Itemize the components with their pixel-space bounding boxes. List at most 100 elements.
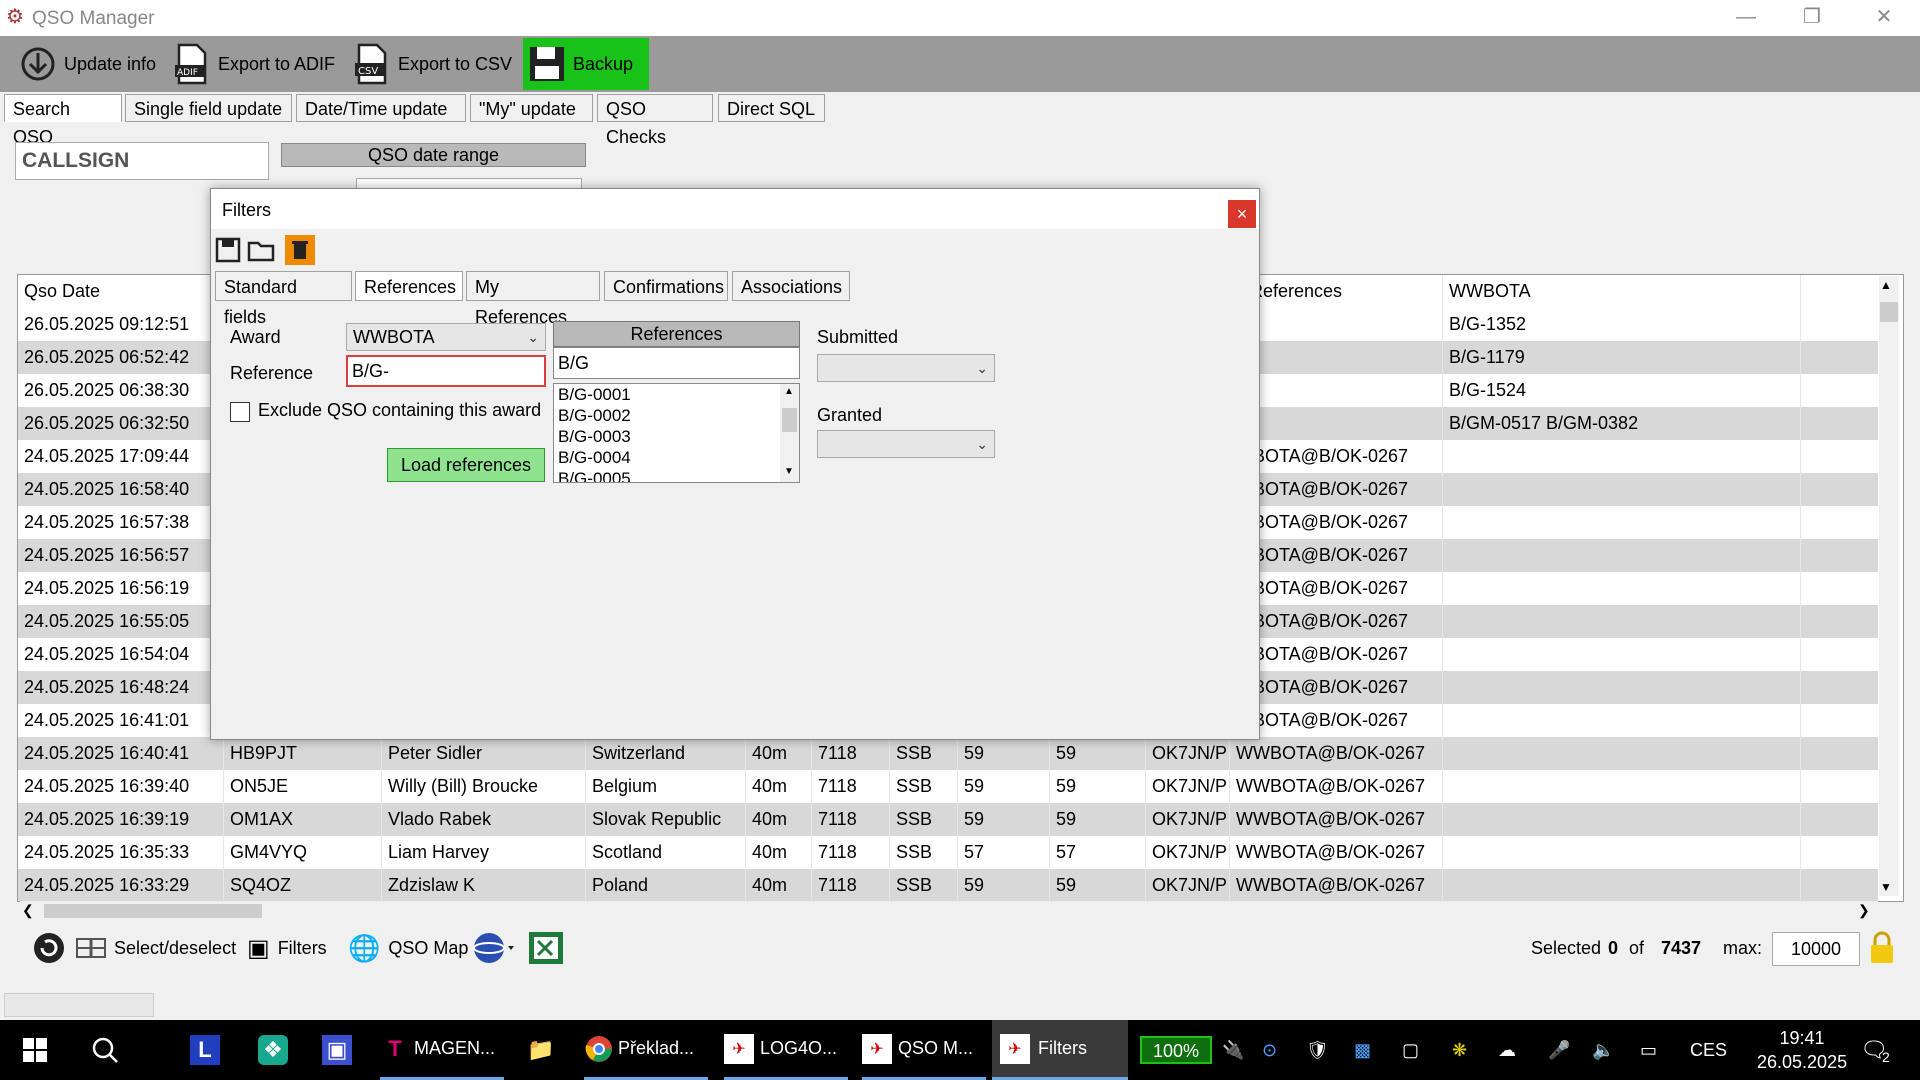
- table-cell: WBOTA@B/OK-0267: [1230, 440, 1443, 473]
- qso-manager-icon: ✈: [862, 1033, 892, 1064]
- select-deselect-button[interactable]: Select/deselect: [76, 930, 236, 966]
- grid-vertical-scrollbar[interactable]: [1879, 276, 1899, 896]
- taskbar-item-filters[interactable]: ✈ Filters: [992, 1020, 1128, 1080]
- table-row[interactable]: 24.05.2025 16:39:19 OM1AX Vlado Rabek Slova…: [18, 803, 1878, 836]
- export-csv-button[interactable]: CSV Export to CSV: [352, 38, 512, 90]
- taskbar-item-qso-manager[interactable]: ✈ QSO M...: [862, 1020, 986, 1080]
- defender-shield-icon[interactable]: 🛡: [1306, 1020, 1329, 1080]
- notifications-button[interactable]: 🗨 2: [1860, 1020, 1890, 1080]
- column-header[interactable]: Qso Date: [18, 275, 224, 308]
- submitted-select[interactable]: ⌄: [817, 354, 995, 382]
- clock-date: 26.05.2025: [1757, 1052, 1848, 1072]
- browser-dropdown-icon[interactable]: [472, 930, 516, 966]
- dtab-confirmations[interactable]: Confirmations: [604, 271, 728, 301]
- scroll-up-icon[interactable]: ▲: [1880, 278, 1892, 292]
- taskbar-item-log4om[interactable]: ✈ LOG4O...: [724, 1020, 848, 1080]
- award-select[interactable]: WWBOTA ⌄: [346, 323, 546, 351]
- grid-horizontal-scroll-thumb[interactable]: [44, 904, 262, 918]
- grid-vertical-scroll-thumb[interactable]: [1880, 302, 1898, 322]
- open-folder-icon[interactable]: [247, 237, 275, 269]
- table-row[interactable]: 24.05.2025 16:33:29 SQ4OZ Zdzislaw K Poland…: [18, 869, 1878, 901]
- start-button[interactable]: [20, 1020, 50, 1080]
- column-header[interactable]: WWBOTA: [1443, 275, 1801, 308]
- tab-single-field-update[interactable]: Single field update: [125, 94, 292, 122]
- exclude-checkbox[interactable]: [230, 402, 250, 422]
- dtab-associations[interactable]: Associations: [732, 271, 850, 301]
- tab-date-time-update[interactable]: Date/Time update: [296, 94, 466, 122]
- scroll-left-icon[interactable]: ❮: [22, 902, 34, 919]
- load-references-button[interactable]: Load references: [387, 448, 545, 482]
- minimize-button[interactable]: —: [1716, 0, 1776, 36]
- table-cell: Vlado Rabek: [382, 803, 586, 836]
- close-window-button[interactable]: ✕: [1854, 0, 1914, 36]
- network-icon[interactable]: ▢: [1402, 1020, 1419, 1080]
- column-header[interactable]: y References: [1230, 275, 1443, 308]
- table-row[interactable]: 24.05.2025 16:39:40 ON5JE Willy (Bill) Bro…: [18, 770, 1878, 803]
- input-language[interactable]: CES: [1690, 1020, 1727, 1080]
- references-filter-input[interactable]: B/G: [553, 347, 800, 379]
- tray-dots-icon[interactable]: ❋: [1452, 1020, 1467, 1080]
- dtab-my-references[interactable]: My References: [466, 271, 600, 327]
- list-item[interactable]: B/G-0004: [554, 447, 799, 468]
- tab-search-qso[interactable]: Search QSO: [4, 94, 122, 147]
- submitted-label: Submitted: [817, 327, 899, 347]
- taskbar-app-floppy[interactable]: ▣: [322, 1020, 352, 1080]
- tray-plug-icon[interactable]: 🔌: [1222, 1020, 1244, 1080]
- chevron-down-icon: ⌄: [976, 360, 988, 376]
- references-list[interactable]: B/G-0001 B/G-0002 B/G-0003 B/G-0004 B/G-…: [553, 383, 800, 483]
- grid-horizontal-scrollbar[interactable]: [20, 901, 1878, 921]
- taskbar-file-explorer[interactable]: 📁: [526, 1020, 556, 1080]
- scroll-down-icon[interactable]: ▼: [1880, 880, 1892, 894]
- table-cell: 26.05.2025 06:32:50: [18, 407, 224, 440]
- export-adif-button[interactable]: ADIF Export to ADIF: [172, 38, 335, 90]
- list-item[interactable]: B/G-0003: [554, 426, 799, 447]
- microphone-icon[interactable]: 🎤: [1548, 1020, 1570, 1080]
- scroll-thumb[interactable]: [782, 408, 797, 432]
- tab-direct-sql[interactable]: Direct SQL: [718, 94, 825, 122]
- tab-qso-checks[interactable]: QSO Checks: [597, 94, 713, 147]
- list-item[interactable]: B/G-0001: [554, 384, 799, 405]
- bluetooth-icon[interactable]: ⊙: [1262, 1020, 1277, 1080]
- onedrive-icon[interactable]: ☁: [1498, 1020, 1516, 1080]
- power-icon[interactable]: ▭: [1640, 1020, 1657, 1080]
- filters-dialog: Filters × Standard fields References My …: [210, 188, 1260, 740]
- excel-icon[interactable]: [528, 930, 564, 966]
- tab-my-update[interactable]: "My" update: [470, 94, 593, 122]
- taskbar-item-magenta[interactable]: T MAGEN...: [380, 1020, 504, 1080]
- reference-input[interactable]: B/G-: [346, 355, 546, 387]
- taskbar-app-p[interactable]: ❖: [258, 1020, 288, 1080]
- volume-icon[interactable]: 🔈: [1592, 1020, 1614, 1080]
- table-cell: [1230, 374, 1443, 407]
- filters-button[interactable]: ▣ Filters: [247, 930, 327, 966]
- qso-map-button[interactable]: 🌐 QSO Map: [348, 930, 468, 966]
- list-item[interactable]: B/G-0005: [554, 468, 799, 482]
- update-info-button[interactable]: Update info: [18, 38, 156, 90]
- taskbar-app-l[interactable]: L: [190, 1020, 220, 1080]
- tray-app-icon[interactable]: ▩: [1354, 1020, 1371, 1080]
- scroll-right-icon[interactable]: ❯: [1858, 902, 1870, 919]
- table-row[interactable]: 24.05.2025 16:35:33 GM4VYQ Liam Harvey Scot…: [18, 836, 1878, 869]
- scroll-up-icon[interactable]: ▲: [784, 386, 794, 397]
- dialog-close-button[interactable]: ×: [1228, 200, 1256, 228]
- save-icon[interactable]: [215, 237, 241, 269]
- clock[interactable]: 19:41 26.05.2025: [1757, 1026, 1847, 1074]
- dtab-standard-fields[interactable]: Standard fields: [215, 271, 352, 327]
- taskbar-search-button[interactable]: [90, 1020, 120, 1080]
- references-scrollbar[interactable]: ▲ ▼: [780, 384, 799, 482]
- download-icon: [18, 44, 58, 84]
- dtab-references[interactable]: References: [355, 271, 463, 301]
- backup-button[interactable]: Backup: [523, 38, 649, 90]
- callsign-input[interactable]: CALLSIGN: [15, 142, 269, 180]
- table-cell: OK7JN/P: [1146, 803, 1230, 836]
- battery-indicator[interactable]: 100%: [1140, 1036, 1212, 1064]
- list-item[interactable]: B/G-0002: [554, 405, 799, 426]
- scroll-down-icon[interactable]: ▼: [784, 466, 794, 477]
- refresh-icon[interactable]: [32, 930, 66, 966]
- table-row[interactable]: 24.05.2025 16:40:41 HB9PJT Peter Sidler Swi…: [18, 737, 1878, 770]
- delete-icon[interactable]: [285, 235, 315, 265]
- max-records-input[interactable]: 10000: [1772, 932, 1860, 966]
- restore-button[interactable]: ❐: [1782, 0, 1842, 36]
- taskbar-item-translate[interactable]: Překlad...: [584, 1020, 708, 1080]
- granted-select[interactable]: ⌄: [817, 430, 995, 458]
- lock-icon[interactable]: [1868, 930, 1896, 966]
